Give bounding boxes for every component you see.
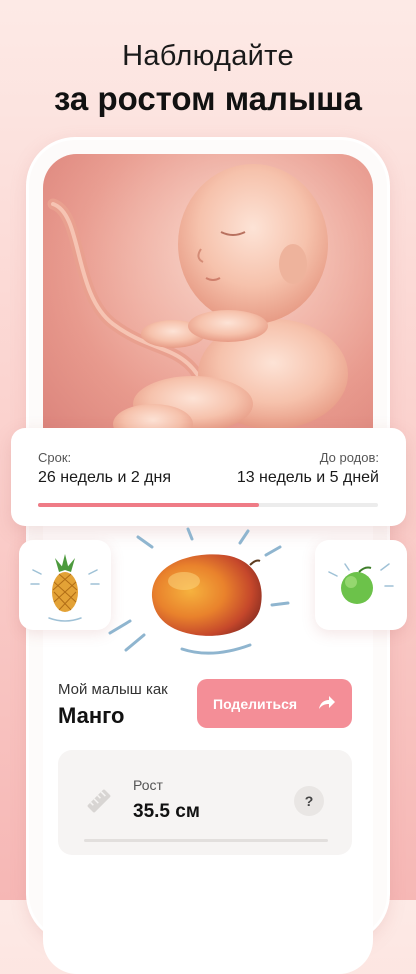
term-current-value: 26 недель и 2 дня (38, 469, 172, 486)
baby-illustration (43, 154, 373, 454)
term-remaining-value: 13 недель и 5 дней (236, 469, 379, 486)
next-fruit-card[interactable] (315, 540, 407, 630)
share-button[interactable]: Поделиться (197, 679, 352, 728)
headline: Наблюдайте за ростом малыша (0, 38, 416, 120)
pineapple-icon (30, 554, 100, 622)
term-current-label: Срок: (38, 450, 72, 465)
previous-fruit-card[interactable] (19, 540, 111, 630)
progress-fill (38, 503, 259, 507)
growth-stat-card: Рост 35.5 см ? (58, 750, 352, 855)
lime-icon (328, 563, 394, 604)
help-button[interactable]: ? (294, 786, 324, 816)
growth-value: 35.5 см (133, 801, 200, 822)
share-arrow-icon (316, 693, 336, 716)
pregnancy-progress-bar (38, 503, 378, 507)
headline-line-2: за ростом малыша (53, 80, 363, 117)
stat-divider (84, 839, 328, 842)
growth-label: Рост (133, 777, 163, 793)
comparison-fruit-name: Манго (58, 703, 125, 728)
term-remaining-label: До родов: (319, 450, 379, 465)
headline-line-1: Наблюдайте (122, 40, 294, 72)
pregnancy-term-card: Срок: 26 недель и 2 дня До родов: 13 нед… (11, 428, 406, 526)
ruler-icon (84, 786, 114, 821)
comparison-label: Мой малыш как (58, 681, 168, 698)
share-button-label: Поделиться (213, 695, 298, 712)
current-fruit (100, 525, 300, 660)
mango-icon (108, 527, 290, 655)
